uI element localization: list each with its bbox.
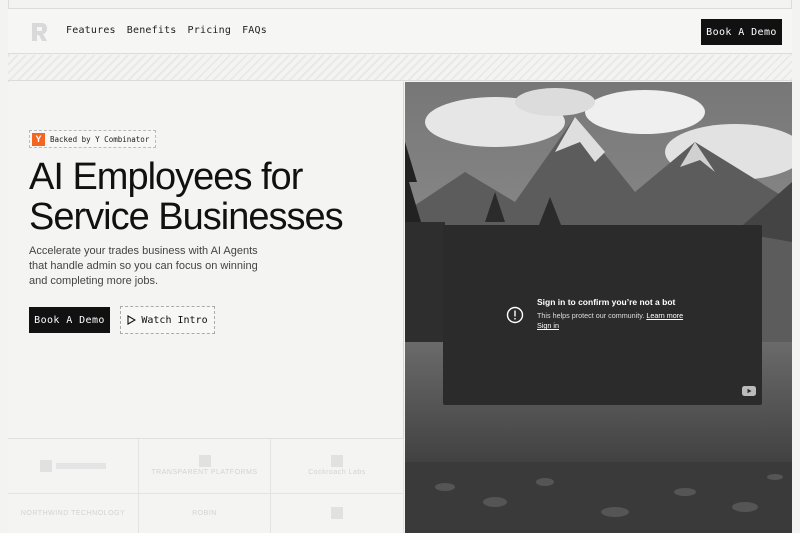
yc-logo-icon: Y (32, 132, 45, 146)
nav-link-pricing[interactable]: Pricing (188, 25, 232, 36)
company-name: NORTHWIND TECHNOLOGY (20, 509, 126, 517)
badge-text: Backed by Y Combinator (50, 134, 150, 144)
watch-intro-label: Watch Intro (141, 314, 208, 326)
hero-book-demo-button[interactable]: Book A Demo (29, 307, 110, 333)
customer-logos-grid: TRANSPARENT PLATFORMS Cockroach Labs NOR… (8, 438, 404, 533)
youtube-logo-icon[interactable] (742, 386, 756, 396)
company-wordmark (56, 463, 106, 469)
company-logo-icon (331, 455, 343, 467)
company-name: ROBIN (192, 509, 217, 517)
logo-cell (271, 494, 404, 533)
company-name: TRANSPARENT PLATFORMS (151, 469, 258, 476)
hero-section: Y Backed by Y Combinator AI Employees fo… (8, 82, 404, 533)
company-logo-icon (198, 455, 211, 467)
logo-cell (8, 439, 139, 494)
hero-subtitle: Accelerate your trades business with AI … (29, 245, 258, 287)
company-logo-icon (40, 460, 52, 472)
logo-cell: TRANSPARENT PLATFORMS (139, 439, 271, 494)
learn-more-link[interactable]: Learn more (646, 311, 683, 320)
hero-title-line-2: Service Businesses (29, 196, 344, 238)
video-player[interactable]: Sign in to confirm you’re not a bot This… (443, 225, 762, 405)
nav-link-faqs[interactable]: FAQs (242, 25, 267, 36)
header-book-demo-button[interactable]: Book A Demo (701, 19, 782, 45)
site-header: Features Benefits Pricing FAQs Book A De… (8, 8, 792, 54)
main-nav: Features Benefits Pricing FAQs (66, 25, 267, 36)
nav-link-benefits[interactable]: Benefits (127, 25, 177, 36)
nav-link-features[interactable]: Features (66, 25, 116, 36)
hero-title: AI Employees for Service Businesses (29, 157, 399, 237)
company-name: Cockroach Labs (308, 469, 366, 476)
logo-cell: Cockroach Labs (271, 439, 404, 494)
yc-badge[interactable]: Y Backed by Y Combinator (29, 130, 157, 148)
sign-in-link[interactable]: Sign in (537, 321, 559, 330)
logo-cell: ROBIN (139, 494, 271, 533)
hero-title-line-1: AI Employees for (29, 156, 303, 198)
alert-circle-icon (506, 306, 524, 324)
hatched-divider (8, 55, 792, 81)
video-message-text: This helps protect our community. (537, 311, 645, 320)
logo-cell: NORTHWIND TECHNOLOGY (8, 494, 139, 533)
video-signin-message: This helps protect our community. Learn … (537, 311, 717, 331)
watch-intro-button[interactable]: Watch Intro (120, 306, 215, 334)
company-logo-icon (331, 506, 343, 519)
video-signin-title: Sign in to confirm you’re not a bot (537, 297, 676, 307)
brand-logo-icon[interactable] (30, 22, 48, 42)
play-icon (127, 315, 137, 325)
